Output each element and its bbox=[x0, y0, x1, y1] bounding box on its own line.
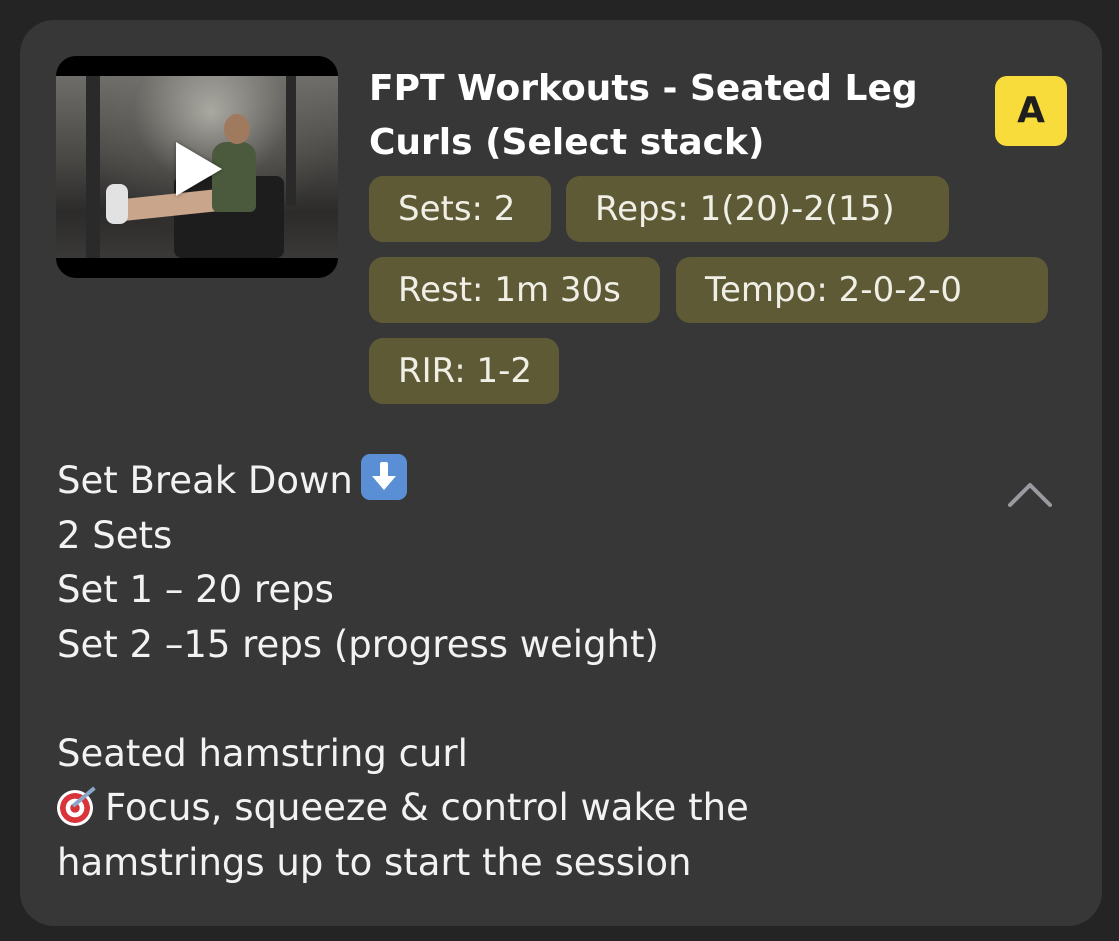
video-thumbnail[interactable] bbox=[56, 56, 338, 278]
tempo-chip: Tempo: 2-0-2-0 bbox=[676, 257, 1048, 323]
chevron-up-icon[interactable] bbox=[1008, 475, 1052, 519]
rest-chip: Rest: 1m 30s bbox=[369, 257, 660, 323]
description-line-4: Set 2 –15 reps (progress weight) bbox=[57, 622, 659, 666]
description-spacer bbox=[57, 672, 977, 727]
sets-chip: Sets: 2 bbox=[369, 176, 551, 242]
description-line-3: Set 1 – 20 reps bbox=[57, 568, 334, 611]
description-line-5: Seated hamstring curl bbox=[57, 731, 468, 775]
exercise-card: FPT Workouts - Seated Leg Curls (Select … bbox=[20, 20, 1102, 926]
exercise-label-badge: A bbox=[995, 76, 1067, 146]
description-line-6: Focus, squeeze & control wake the bbox=[57, 781, 977, 836]
description-line-1: Set Break Down bbox=[57, 454, 977, 509]
down-arrow-icon bbox=[360, 454, 407, 500]
rir-chip: RIR: 1-2 bbox=[369, 338, 559, 404]
reps-chip: Reps: 1(20)-2(15) bbox=[566, 176, 949, 242]
set-breakdown-description: Set Break Down 2 Sets Set 1 – 20 reps Se… bbox=[57, 454, 977, 890]
target-icon bbox=[57, 784, 99, 826]
exercise-title: FPT Workouts - Seated Leg Curls (Select … bbox=[369, 68, 918, 163]
description-line-7: hamstrings up to start the session bbox=[57, 840, 692, 884]
description-line-2: 2 Sets bbox=[57, 513, 173, 557]
play-icon[interactable] bbox=[176, 142, 222, 196]
